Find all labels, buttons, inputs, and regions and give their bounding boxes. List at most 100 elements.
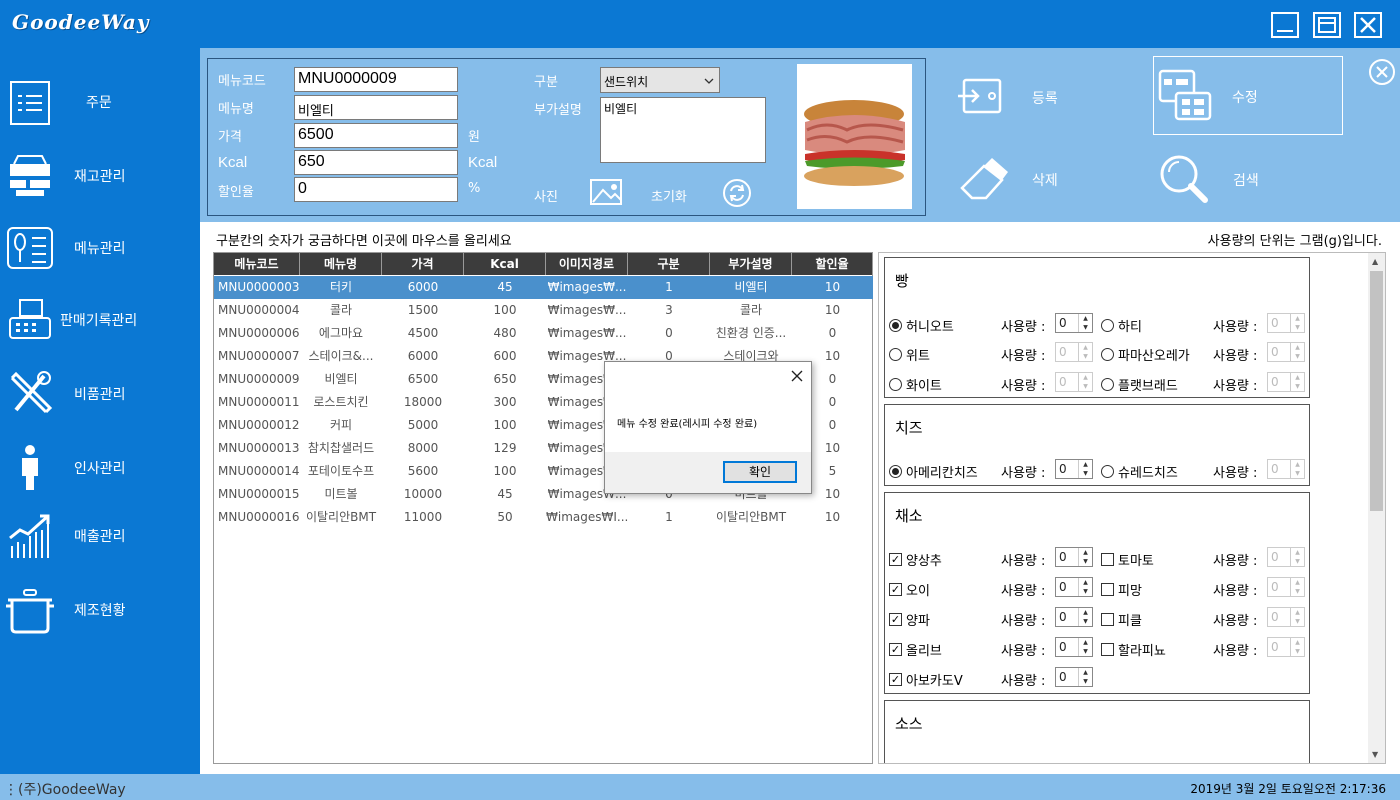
close-window-button[interactable] (1354, 12, 1382, 38)
radio-button[interactable] (1101, 348, 1114, 361)
sidebar-item-revenue[interactable]: 매출관리 (0, 504, 200, 568)
delete-button[interactable]: 삭제 (952, 150, 1102, 210)
usage-stepper[interactable]: 0 ▲ ▼ (1267, 459, 1305, 479)
category-select[interactable]: 샌드위치 (600, 67, 720, 93)
ingredient-option[interactable]: ✓ 양파 (889, 610, 930, 629)
stepper-arrows-icon[interactable]: ▲ ▼ (1078, 460, 1092, 478)
ingredient-option[interactable]: ✓ 올리브 (889, 640, 942, 659)
radio-button[interactable] (1101, 378, 1114, 391)
usage-stepper[interactable]: 0 ▲ ▼ (1267, 577, 1305, 597)
usage-stepper[interactable]: 0 ▲ ▼ (1267, 342, 1305, 362)
checkbox[interactable]: ✓ (889, 673, 902, 686)
close-form-button[interactable] (1368, 58, 1396, 90)
ingredients-scrollbar[interactable]: ▲ ▼ (1368, 253, 1385, 763)
usage-stepper[interactable]: 0 ▲ ▼ (1267, 372, 1305, 392)
stepper-arrows-icon[interactable]: ▲ ▼ (1078, 373, 1092, 391)
column-header[interactable]: Kcal (464, 253, 546, 275)
checkbox[interactable]: ✓ (889, 583, 902, 596)
usage-stepper[interactable]: 0 ▲ ▼ (1055, 372, 1093, 392)
ingredient-option[interactable]: ✓ 오이 (889, 580, 930, 599)
radio-button[interactable] (1101, 465, 1114, 478)
ingredient-option[interactable]: 허니오트 (889, 316, 954, 335)
minimize-button[interactable] (1271, 12, 1299, 38)
menu-name-field[interactable]: 비엘티 (294, 95, 458, 120)
refresh-icon[interactable] (722, 178, 752, 208)
table-row[interactable]: MNU0000016 이탈리안BMT 11000 50 ₩images₩I... 1 이탈리… (214, 506, 873, 529)
edit-button[interactable]: 수정 (1153, 56, 1343, 135)
column-header[interactable]: 구분 (628, 253, 710, 275)
ok-button[interactable]: 확인 (723, 461, 797, 483)
stepper-arrows-icon[interactable]: ▲ ▼ (1290, 548, 1304, 566)
stepper-arrows-icon[interactable]: ▲ ▼ (1078, 608, 1092, 626)
sidebar-item-supplies[interactable]: 비품관리 (0, 362, 200, 426)
ingredient-option[interactable]: 피클 (1101, 610, 1142, 629)
usage-stepper[interactable]: 0 ▲ ▼ (1267, 607, 1305, 627)
checkbox[interactable] (1101, 643, 1114, 656)
usage-stepper[interactable]: 0 ▲ ▼ (1055, 313, 1093, 333)
radio-button[interactable] (1101, 319, 1114, 332)
scroll-thumb[interactable] (1370, 271, 1383, 511)
usage-stepper[interactable]: 0 ▲ ▼ (1055, 607, 1093, 627)
menu-table[interactable]: 메뉴코드 메뉴명 가격 Kcal 이미지경로 구분 부가설명 할인율 MNU0000003 터키… (213, 252, 873, 764)
ingredient-option[interactable]: 할라피뇨 (1101, 640, 1166, 659)
stepper-arrows-icon[interactable]: ▲ ▼ (1078, 343, 1092, 361)
image-icon[interactable] (589, 178, 623, 206)
ingredient-option[interactable]: 피망 (1101, 580, 1142, 599)
table-row[interactable]: MNU0000004 콜라 1500 100 ₩images₩... 3 콜라 10 (214, 299, 873, 322)
radio-button[interactable] (889, 348, 902, 361)
radio-button[interactable] (889, 465, 902, 478)
stepper-arrows-icon[interactable]: ▲ ▼ (1290, 373, 1304, 391)
column-header[interactable]: 가격 (382, 253, 464, 275)
usage-stepper[interactable]: 0 ▲ ▼ (1267, 547, 1305, 567)
ingredient-option[interactable]: 위트 (889, 345, 930, 364)
column-header[interactable]: 메뉴코드 (214, 253, 300, 275)
checkbox[interactable] (1101, 583, 1114, 596)
stepper-arrows-icon[interactable]: ▲ ▼ (1290, 578, 1304, 596)
checkbox[interactable]: ✓ (889, 553, 902, 566)
stepper-arrows-icon[interactable]: ▲ ▼ (1290, 343, 1304, 361)
checkbox[interactable] (1101, 613, 1114, 626)
column-header[interactable]: 이미지경로 (546, 253, 628, 275)
sidebar-item-inventory[interactable]: 재고관리 (0, 144, 200, 208)
sidebar-item-order[interactable]: 주문 (0, 70, 200, 134)
menu-code-field[interactable]: MNU0000009 (294, 67, 458, 92)
usage-stepper[interactable]: 0 ▲ ▼ (1055, 577, 1093, 597)
checkbox[interactable]: ✓ (889, 643, 902, 656)
usage-stepper[interactable]: 0 ▲ ▼ (1055, 342, 1093, 362)
ingredient-option[interactable]: ✓ 양상추 (889, 550, 942, 569)
discount-field[interactable]: 0 (294, 177, 458, 202)
stepper-arrows-icon[interactable]: ▲ ▼ (1078, 548, 1092, 566)
usage-stepper[interactable]: 0 ▲ ▼ (1055, 459, 1093, 479)
column-header[interactable]: 메뉴명 (300, 253, 382, 275)
usage-stepper[interactable]: 0 ▲ ▼ (1267, 313, 1305, 333)
register-button[interactable]: 등록 (952, 70, 1102, 130)
desc-field[interactable]: 비엘티 (600, 97, 766, 163)
sidebar-item-sales-record[interactable]: 판매기록관리 (0, 288, 200, 352)
stepper-arrows-icon[interactable]: ▲ ▼ (1078, 668, 1092, 686)
stepper-arrows-icon[interactable]: ▲ ▼ (1290, 314, 1304, 332)
checkbox[interactable]: ✓ (889, 613, 902, 626)
table-row[interactable]: MNU0000003 터키 6000 45 ₩images₩... 1 비엘티 10 (214, 276, 873, 299)
checkbox[interactable] (1101, 553, 1114, 566)
maximize-button[interactable] (1313, 12, 1341, 38)
column-header[interactable]: 부가설명 (710, 253, 792, 275)
ingredient-option[interactable]: 슈레드치즈 (1101, 462, 1178, 481)
table-row[interactable]: MNU0000006 에그마요 4500 480 ₩images₩... 0 친환경 인증.… (214, 322, 873, 345)
dialog-close-icon[interactable] (791, 370, 803, 382)
price-field[interactable]: 6500 (294, 123, 458, 148)
kcal-field[interactable]: 650 (294, 150, 458, 175)
radio-button[interactable] (889, 378, 902, 391)
ingredient-option[interactable]: 화이트 (889, 375, 942, 394)
column-header[interactable]: 할인율 (792, 253, 873, 275)
stepper-arrows-icon[interactable]: ▲ ▼ (1078, 578, 1092, 596)
radio-button[interactable] (889, 319, 902, 332)
stepper-arrows-icon[interactable]: ▲ ▼ (1290, 608, 1304, 626)
ingredient-option[interactable]: 토마토 (1101, 550, 1154, 569)
scroll-down-icon[interactable]: ▼ (1372, 750, 1378, 759)
stepper-arrows-icon[interactable]: ▲ ▼ (1078, 314, 1092, 332)
ingredient-option[interactable]: 하티 (1101, 316, 1142, 335)
sidebar-item-hr[interactable]: 인사관리 (0, 436, 200, 500)
ingredient-option[interactable]: ✓ 아보카도V (889, 670, 963, 689)
usage-stepper[interactable]: 0 ▲ ▼ (1055, 667, 1093, 687)
usage-stepper[interactable]: 0 ▲ ▼ (1267, 637, 1305, 657)
